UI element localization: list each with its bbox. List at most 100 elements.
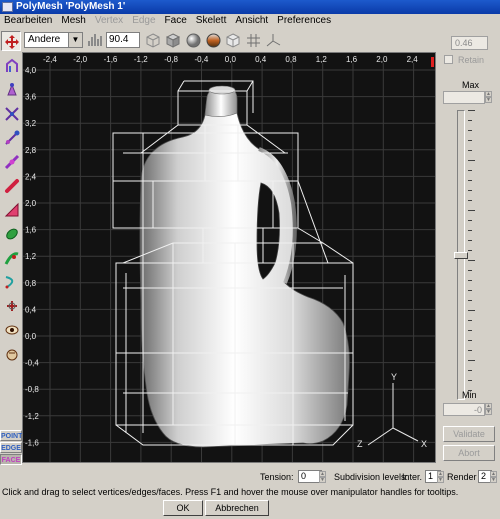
slider-tick: [468, 370, 472, 371]
max-spinner[interactable]: ▲ ▼: [485, 91, 492, 103]
y-tick-label: 0,0: [25, 332, 37, 341]
weight-slider-thumb[interactable]: [454, 252, 468, 259]
inter-spinner[interactable]: ▲ ▼: [437, 471, 444, 483]
slider-tick: [468, 120, 472, 121]
slider-tick: [468, 170, 472, 171]
skeleton-tool-icon: [4, 252, 19, 265]
menu-bar: Bearbeiten Mesh Vertex Edge Face Skelett…: [0, 14, 500, 28]
menu-skelett[interactable]: Skelett: [196, 14, 227, 28]
menu-bearbeiten[interactable]: Bearbeiten: [4, 14, 52, 28]
shaded-cube-icon[interactable]: [166, 33, 181, 48]
slider-tick: [468, 140, 472, 141]
x-tick-label: -0,8: [164, 55, 178, 64]
inter-label: Inter.: [402, 472, 423, 482]
zoom-field[interactable]: 90.4: [106, 32, 140, 48]
bulge-tool[interactable]: [1, 223, 21, 243]
axes-icon[interactable]: [266, 33, 281, 48]
axis-triad: Y Z X: [357, 372, 427, 449]
slider-tick: [468, 300, 472, 301]
scale-tool-icon: [5, 107, 19, 121]
thicken-tool[interactable]: [1, 199, 21, 219]
x-tick-label: -1,6: [104, 55, 118, 64]
wireframe-cube-icon[interactable]: [146, 33, 161, 48]
zoom-value: 90.4: [109, 34, 129, 45]
extrude-tool[interactable]: [1, 79, 21, 99]
view-select[interactable]: Andere ▼: [24, 32, 83, 48]
bevel-tool[interactable]: [1, 55, 21, 75]
menu-preferences[interactable]: Preferences: [277, 14, 331, 28]
y-tick-label: 0,8: [25, 279, 37, 288]
smooth-sphere-icon[interactable]: [186, 33, 201, 48]
eye-tool[interactable]: [1, 319, 21, 339]
y-tick-label: 3,2: [25, 119, 37, 128]
render-value: 2: [481, 471, 487, 481]
camera-tool[interactable]: [1, 295, 21, 315]
max-field[interactable]: [443, 91, 485, 104]
taper-tool[interactable]: [1, 175, 21, 195]
viewport-canvas[interactable]: Y Z X -2,4 -2,0 -1,6 -1,2 -0,8 -0,4 0,0 0,4 0,8 1…: [23, 53, 436, 463]
retain-label: Retain: [458, 55, 485, 65]
cancel-button[interactable]: Abbrechen: [205, 500, 269, 516]
taper-tool-icon: [5, 179, 19, 193]
bevel-tool-icon: [6, 58, 18, 72]
menu-edge[interactable]: Edge: [132, 14, 155, 28]
menu-vertex[interactable]: Vertex: [95, 14, 123, 28]
abort-button[interactable]: Abort: [443, 445, 495, 461]
skew-tool[interactable]: [1, 151, 21, 171]
slider-tick: [468, 260, 475, 261]
rotate-tool[interactable]: [1, 127, 21, 147]
slider-tick: [468, 290, 472, 291]
x-tick-label: -1,2: [134, 55, 148, 64]
weight-field[interactable]: 0.46: [451, 36, 488, 50]
y-tick-label: 0,4: [25, 305, 37, 314]
histogram-icon[interactable]: [88, 34, 104, 46]
min-spinner[interactable]: ▲ ▼: [485, 403, 492, 415]
render-label: Render: [447, 472, 477, 482]
viewport-3d[interactable]: Y Z X -2,4 -2,0 -1,6 -1,2 -0,8 -0,4 0,0 0,4 0,8 1…: [22, 52, 436, 463]
y-tick-label: 1,6: [25, 226, 37, 235]
slider-tick: [468, 240, 472, 241]
point-mode-button[interactable]: POINT: [0, 430, 22, 441]
x-tick-label: 1,2: [316, 55, 328, 64]
viewport-corner-marker: [431, 57, 434, 67]
slider-tick: [468, 160, 475, 161]
grid-icon[interactable]: [246, 33, 261, 48]
textured-sphere-icon[interactable]: [206, 33, 221, 48]
eye-tool-icon: [5, 325, 19, 335]
weight-slider-ticks: [468, 110, 476, 400]
y-tick-label: -1,6: [25, 438, 39, 447]
extrude-tool-icon: [7, 83, 17, 96]
slider-tick: [468, 310, 475, 311]
app-icon: [2, 2, 13, 12]
render-spinner[interactable]: ▲ ▼: [490, 471, 497, 483]
y-tick-label: 2,8: [25, 146, 37, 155]
slider-tick: [468, 350, 472, 351]
thicken-tool-icon: [4, 202, 19, 217]
menu-face[interactable]: Face: [165, 14, 187, 28]
transparent-cube-icon[interactable]: [226, 33, 241, 48]
x-tick-label: -2,4: [43, 55, 57, 64]
x-tick-label: 0,0: [225, 55, 237, 64]
hand-tool[interactable]: [1, 343, 21, 363]
status-text: Click and drag to select vertices/edges/…: [2, 487, 459, 497]
min-field[interactable]: -0: [443, 403, 485, 416]
menu-ansicht[interactable]: Ansicht: [235, 14, 268, 28]
x-tick-label: 2,4: [407, 55, 419, 64]
face-mode-button[interactable]: FACE: [0, 454, 22, 465]
retain-checkbox[interactable]: [444, 55, 453, 64]
tension-spinner[interactable]: ▲ ▼: [319, 471, 326, 483]
axis-z-label: Z: [357, 439, 363, 449]
scale-tool[interactable]: [1, 103, 21, 123]
validate-button[interactable]: Validate: [443, 426, 495, 442]
ok-button[interactable]: OK: [163, 500, 203, 516]
menu-mesh[interactable]: Mesh: [61, 14, 85, 28]
slider-tick: [468, 150, 472, 151]
slider-tick: [468, 210, 475, 211]
skeleton-tool[interactable]: [1, 247, 21, 267]
spline-tool[interactable]: [1, 271, 21, 291]
y-tick-label: 4,0: [25, 66, 37, 75]
inter-value: 1: [428, 471, 434, 481]
move-tool[interactable]: [1, 31, 21, 51]
chevron-down-icon[interactable]: ▼: [68, 33, 82, 47]
edge-mode-button[interactable]: EDGE: [0, 442, 22, 453]
